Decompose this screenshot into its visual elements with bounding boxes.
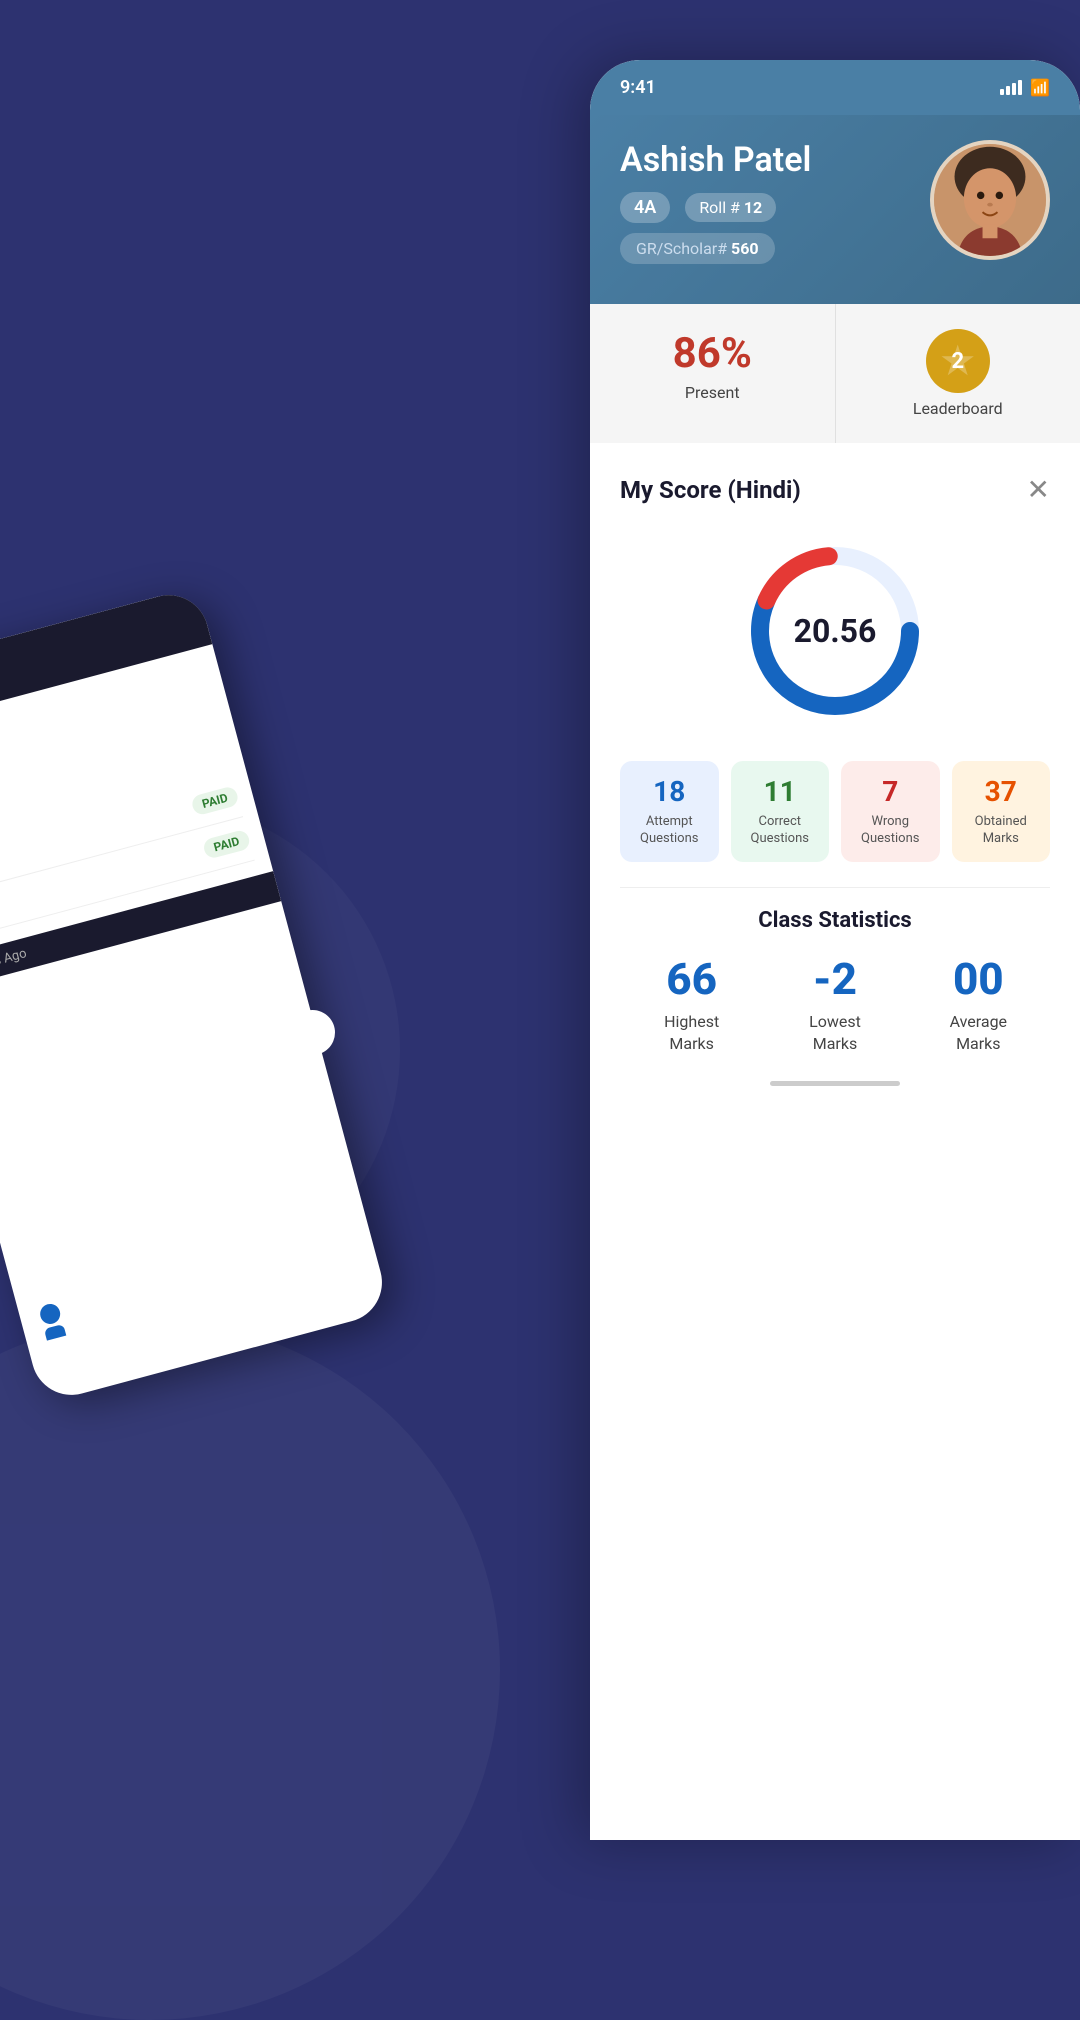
close-button[interactable]: ✕ [1027, 473, 1050, 506]
signal-bar-4 [1018, 80, 1022, 95]
person-body-icon [44, 1324, 66, 1341]
scholar-badge: GR/Scholar# 560 [620, 233, 775, 264]
profile-info: Ashish Patel 4A Roll # 12 GR/Scholar# 56… [620, 140, 930, 264]
lowest-marks-num: -2 [763, 953, 906, 1005]
obtained-marks-box: 37 ObtainedMarks [952, 761, 1051, 862]
bg-circle-1 [0, 1320, 500, 2020]
average-marks-num: 00 [907, 953, 1050, 1005]
signal-bar-3 [1012, 83, 1016, 95]
correct-questions-label: CorrectQuestions [741, 814, 820, 848]
average-marks-label: AverageMarks [907, 1011, 1050, 1056]
leaderboard-rank: 2 [951, 349, 964, 374]
attendance-stat: 86% Present [590, 304, 836, 443]
leaderboard-label: Leaderboard [851, 399, 1066, 418]
scholar-label: GR/Scholar# [636, 239, 727, 258]
status-time: 9:41 [620, 77, 656, 98]
lowest-marks-label: LowestMarks [763, 1011, 906, 1056]
highest-marks-num: 66 [620, 953, 763, 1005]
attempt-questions-box: 18 AttemptQuestions [620, 761, 719, 862]
attempt-questions-label: AttemptQuestions [630, 814, 709, 848]
average-marks-stat: 00 AverageMarks [907, 953, 1050, 1056]
score-card-header: My Score (Hindi) ✕ [620, 473, 1050, 506]
obtained-marks-num: 37 [962, 775, 1041, 808]
divider [620, 887, 1050, 888]
lowest-marks-stat: -2 LowestMarks [763, 953, 906, 1056]
roll-number: 12 [744, 198, 762, 217]
obtained-marks-label: ObtainedMarks [962, 814, 1041, 848]
person-head-icon [38, 1302, 62, 1326]
correct-questions-box: 11 CorrectQuestions [731, 761, 830, 862]
class-stats-row: 66 HighestMarks -2 LowestMarks 00 Averag… [620, 953, 1050, 1056]
signal-bar-1 [1000, 89, 1004, 95]
leaderboard-stat: ★ 2 Leaderboard [836, 304, 1080, 443]
attendance-label: Present [605, 383, 820, 402]
person-icon-area [38, 1302, 66, 1341]
white-dot [290, 1010, 335, 1055]
paid-badge-1: PAID [190, 785, 240, 816]
leaderboard-badge: ★ 2 [926, 329, 990, 393]
class-badge: 4A [620, 192, 670, 223]
wrong-questions-label: WrongQuestions [851, 814, 930, 848]
correct-questions-num: 11 [741, 775, 820, 808]
signal-bar-2 [1006, 86, 1010, 95]
wrong-questions-num: 7 [851, 775, 930, 808]
roll-badge: Roll # 12 [685, 193, 776, 222]
signal-bars-icon [1000, 80, 1022, 95]
stats-row: 86% Present ★ 2 Leaderboard [590, 304, 1080, 443]
scholar-number: 560 [731, 239, 759, 258]
main-phone: 9:41 📶 Ashish Patel 4A Roll # 12 GR/S [590, 60, 1080, 1840]
avatar [930, 140, 1050, 260]
attendance-value: 86% [605, 329, 820, 378]
score-value: 20.56 [794, 612, 877, 650]
class-stats-title: Class Statistics [620, 908, 1050, 933]
highest-marks-label: HighestMarks [620, 1011, 763, 1056]
wrong-questions-box: 7 WrongQuestions [841, 761, 940, 862]
status-icons: 📶 [1000, 78, 1050, 97]
donut-chart-container: 20.56 [620, 531, 1050, 731]
bottom-handle [770, 1081, 900, 1086]
wifi-icon: 📶 [1030, 78, 1050, 97]
roll-label: Roll # [699, 198, 740, 217]
score-card: My Score (Hindi) ✕ 20.56 18 AttemptQuest… [590, 443, 1080, 1116]
profile-header: Ashish Patel 4A Roll # 12 GR/Scholar# 56… [590, 115, 1080, 304]
days-ago-text: Days Ago [0, 946, 28, 975]
attempt-questions-num: 18 [630, 775, 709, 808]
profile-class-row: 4A Roll # 12 [620, 192, 930, 223]
status-bar: 9:41 📶 [590, 60, 1080, 115]
avatar-image [934, 144, 1046, 256]
highest-marks-stat: 66 HighestMarks [620, 953, 763, 1056]
score-title: My Score (Hindi) [620, 476, 801, 504]
paid-badge-2: PAID [202, 829, 252, 860]
stats-grid: 18 AttemptQuestions 11 CorrectQuestions … [620, 761, 1050, 862]
profile-name: Ashish Patel [620, 140, 930, 180]
